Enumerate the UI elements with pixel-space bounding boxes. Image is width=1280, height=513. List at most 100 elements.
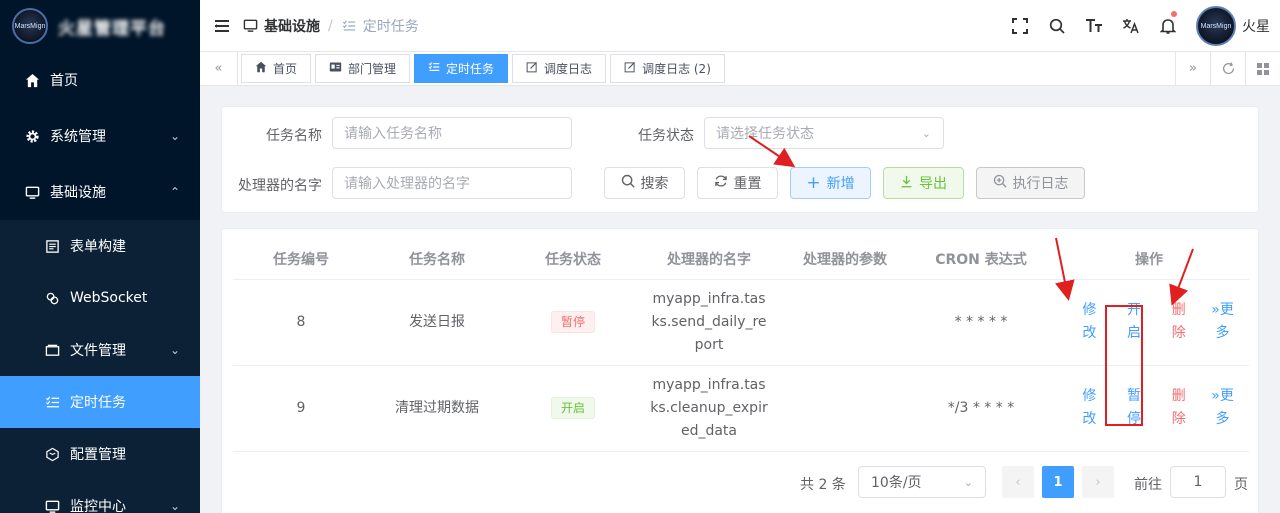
job-status-cell: 开启: [505, 365, 641, 452]
monitor-icon: [24, 184, 40, 200]
home-icon: [24, 72, 40, 88]
job-status-cell: 暂停: [505, 279, 641, 366]
tab-home[interactable]: 首页: [241, 54, 312, 83]
sidebar-item-websocket[interactable]: WebSocket: [0, 272, 200, 324]
sidebar-item-label: 文件管理: [70, 343, 126, 359]
delete-button[interactable]: 删除: [1156, 385, 1201, 431]
sidebar-item-config[interactable]: 配置管理: [0, 428, 200, 480]
font-size-icon[interactable]: [1075, 0, 1112, 52]
refresh-icon: [714, 174, 728, 192]
page-number-button[interactable]: 1: [1042, 466, 1074, 498]
execution-log-button[interactable]: 执行日志: [976, 167, 1085, 199]
tab-scheduled-tasks[interactable]: 定时任务: [414, 54, 509, 83]
sidebar-item-system[interactable]: 系统管理 ⌄: [0, 108, 200, 164]
pagination: 共 2 条 10条/页 ⌄ ‹ 1 › 前往 1 页: [221, 463, 1259, 503]
prev-page-button[interactable]: ‹: [1002, 466, 1034, 498]
top-header: 基础设施 / 定时任务 MarsMign 火星: [200, 0, 1280, 52]
handler-params: [777, 365, 913, 452]
sidebar-item-label: 表单构建: [70, 239, 126, 255]
actions-cell: 修改 暂停 删除 »更多: [1049, 365, 1249, 452]
search-icon: [621, 174, 635, 192]
translate-icon[interactable]: [1112, 0, 1149, 52]
sidebar-item-file-manage[interactable]: 文件管理 ⌄: [0, 324, 200, 376]
job-id: 9: [233, 365, 369, 452]
tab-label: 调度日志: [544, 62, 593, 76]
tab-label: 定时任务: [446, 62, 495, 76]
sidebar-item-home[interactable]: 首页: [0, 52, 200, 108]
annotation-highlight-box: [1105, 305, 1143, 426]
chevron-down-icon: ⌄: [921, 126, 931, 140]
hamburger-icon[interactable]: [202, 19, 242, 33]
handler-input[interactable]: 请输入处理器的名字: [332, 167, 572, 199]
status-badge: 暂停: [550, 310, 595, 333]
job-table: 任务编号 任务名称 任务状态 处理器的名字 处理器的参数 CRON 表达式 操作…: [233, 239, 1249, 452]
submenu-infra: 表单构建 WebSocket 文件管理 ⌄ 定时任务 配置管理 监控中心 ⌄: [0, 220, 200, 513]
sidebar-item-form-builder[interactable]: 表单构建: [0, 220, 200, 272]
tab-label: 首页: [273, 62, 298, 76]
table-row: 9 清理过期数据 开启 myapp_infra.tas ks.cleanup_e…: [233, 365, 1249, 452]
tab-department[interactable]: 部门管理: [315, 54, 411, 83]
more-dropdown[interactable]: »更多: [1201, 299, 1249, 345]
sidebar-item-infra[interactable]: 基础设施 ⌃: [0, 164, 200, 220]
breadcrumb-item[interactable]: 基础设施: [264, 16, 320, 36]
delete-button[interactable]: 删除: [1156, 299, 1201, 345]
sidebar-item-monitor[interactable]: 监控中心 ⌄: [0, 480, 200, 513]
tags-view: « 首页 部门管理 定时任务 调度日志 调度日志 (2) »: [200, 51, 1280, 86]
edit-icon: [526, 61, 538, 76]
export-button[interactable]: 导出: [883, 167, 964, 199]
goto-page-input[interactable]: 1: [1170, 466, 1226, 498]
refresh-icon[interactable]: [1210, 51, 1245, 86]
tab-label: 部门管理: [348, 62, 397, 76]
next-page-button[interactable]: ›: [1082, 466, 1114, 498]
tab-schedule-log[interactable]: 调度日志: [512, 54, 607, 83]
goto-label: 前往: [1134, 477, 1162, 493]
handler-line: ks.cleanup_expir: [650, 399, 768, 416]
list-icon: [44, 394, 60, 410]
chevron-down-icon: ⌄: [169, 129, 180, 143]
brand: MarsMign 火星管理平台: [0, 0, 200, 52]
bell-icon[interactable]: [1149, 0, 1186, 52]
add-button[interactable]: + 新增: [790, 167, 871, 199]
scroll-right-icon[interactable]: »: [1175, 51, 1210, 86]
sidebar-item-label: WebSocket: [70, 290, 148, 306]
handler-line: myapp_infra.tas: [652, 376, 766, 393]
header-right: MarsMign 火星: [1001, 0, 1280, 52]
task-status-label: 任务状态: [638, 128, 694, 144]
task-name-label: 任务名称: [266, 128, 322, 144]
reset-button[interactable]: 重置: [697, 167, 778, 199]
list-icon: [428, 61, 440, 76]
gear-icon: [24, 128, 40, 144]
scroll-left-icon[interactable]: «: [200, 51, 238, 86]
task-status-select[interactable]: 请选择任务状态 ⌄: [704, 117, 944, 149]
tab-schedule-log-2[interactable]: 调度日志 (2): [610, 54, 725, 83]
list-icon: [341, 18, 357, 34]
table-header-row: 任务编号 任务名称 任务状态 处理器的名字 处理器的参数 CRON 表达式 操作: [233, 239, 1249, 280]
sidebar-item-label: 定时任务: [70, 395, 126, 411]
column-header: CRON 表达式: [913, 239, 1049, 280]
status-badge: 开启: [550, 396, 595, 419]
chevron-down-icon: ⌄: [169, 499, 180, 513]
cube-icon: [44, 446, 60, 462]
chevron-up-icon: ⌃: [169, 185, 180, 199]
tag-list: 首页 部门管理 定时任务 调度日志 调度日志 (2): [241, 54, 1175, 83]
page-size-select[interactable]: 10条/页 ⌄: [858, 466, 986, 498]
grid-menu-icon[interactable]: [1245, 51, 1280, 86]
search-icon[interactable]: [1038, 0, 1075, 52]
sidebar-item-scheduled-tasks[interactable]: 定时任务: [0, 376, 200, 428]
user-name[interactable]: 火星: [1242, 16, 1270, 36]
select-placeholder: 请选择任务状态: [716, 126, 814, 142]
sidebar-item-label: 首页: [50, 73, 78, 89]
table-row: 8 发送日报 暂停 myapp_infra.tas ks.send_daily_…: [233, 279, 1249, 366]
search-button[interactable]: 搜索: [604, 167, 685, 199]
fullscreen-icon[interactable]: [1001, 0, 1038, 52]
column-header: 任务编号: [233, 239, 369, 280]
monitor-icon: [242, 18, 258, 34]
handler-line: port: [694, 336, 724, 353]
task-name-input[interactable]: 请输入任务名称: [332, 117, 572, 149]
avatar[interactable]: MarsMign: [1196, 6, 1236, 46]
more-dropdown[interactable]: »更多: [1201, 385, 1249, 431]
job-name: 清理过期数据: [369, 365, 505, 452]
column-header: 处理器的名字: [641, 239, 777, 280]
column-header: 操作: [1049, 239, 1249, 280]
column-header: 任务名称: [369, 239, 505, 280]
